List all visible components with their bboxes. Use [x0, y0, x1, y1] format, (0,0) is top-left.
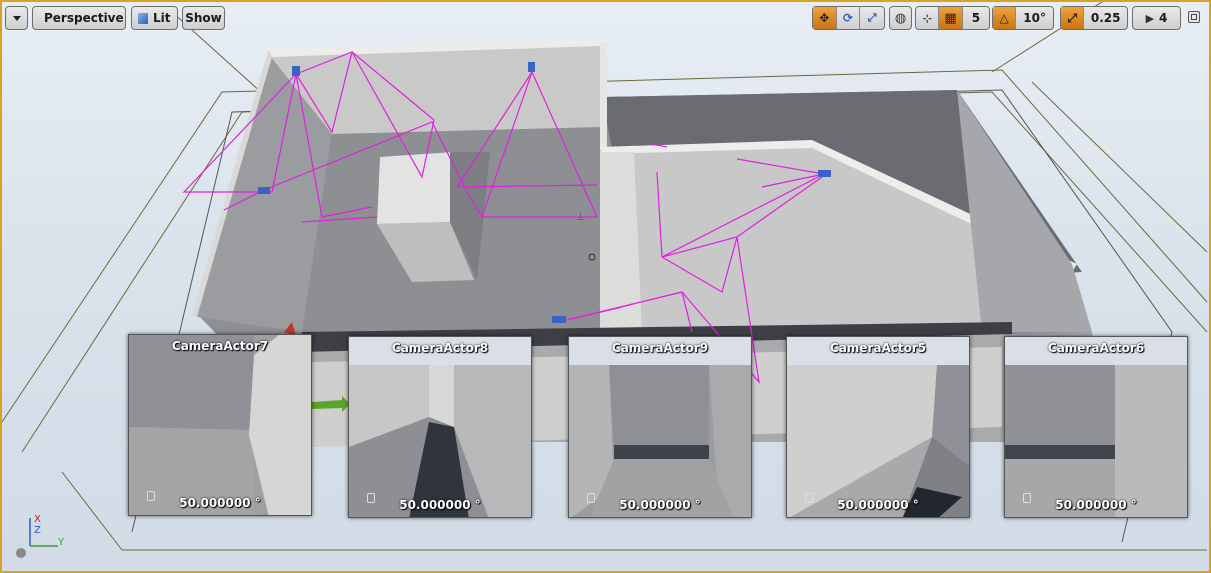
camera-preview[interactable]: CameraActor8 50.000000 °	[348, 336, 532, 518]
axis-x-label: X	[34, 514, 41, 525]
camera-preview-image	[1005, 337, 1187, 517]
camera-title: CameraActor7	[171, 339, 269, 353]
grid-snap-toggle[interactable]: ▦	[939, 7, 963, 29]
camera-speed-icon: ▶	[1145, 11, 1155, 25]
viewport-options-button[interactable]	[5, 6, 28, 30]
camera-speed-button[interactable]: ▶ 4	[1133, 7, 1180, 29]
axis-lines	[29, 518, 58, 547]
axis-gizmo: X Z Y	[24, 514, 74, 563]
scale-icon: ⤢	[867, 11, 877, 24]
angle-icon: △	[999, 11, 1009, 25]
move-arrows-icon: ✥	[819, 11, 830, 25]
rotation-snap-value-dropdown[interactable]: 10°	[1016, 7, 1053, 29]
surface-snap-icon: ⊹	[922, 11, 932, 25]
scale-snap-toggle[interactable]: ⤢	[1061, 7, 1085, 29]
scale-snap-value-dropdown[interactable]: 0.25	[1084, 7, 1127, 29]
view-mode-label: Perspective	[44, 11, 124, 25]
scale-snap-icon: ⤢	[1067, 10, 1077, 25]
lighting-mode-label: Lit	[153, 11, 171, 25]
camera-title: CameraActor5	[829, 341, 927, 355]
scale-snap-group: ⤢ 0.25	[1060, 6, 1128, 30]
camera-fov: 50.000000 °	[619, 498, 701, 512]
camera-preview-image	[787, 337, 969, 517]
grid-icon: ▦	[944, 10, 957, 26]
camera-preview[interactable]: CameraActor6 50.000000 °	[1004, 336, 1188, 518]
camera-preview[interactable]: CameraActor5 50.000000 °	[786, 336, 970, 518]
camera-preview-image	[349, 337, 531, 517]
globe-icon: ◍	[894, 10, 907, 26]
camera-fov: 50.000000 °	[399, 498, 481, 512]
camera-fov: 50.000000 °	[1055, 498, 1137, 512]
camera-title: CameraActor9	[611, 341, 709, 355]
camera-title: CameraActor6	[1047, 341, 1145, 355]
grid-snap-value-dropdown[interactable]: 5	[963, 7, 989, 29]
scale-snap-value: 0.25	[1090, 11, 1121, 25]
camera-preview[interactable]: CameraActor7 50.000000 °	[128, 334, 312, 516]
scale-tool-button[interactable]: ⤢	[860, 7, 884, 29]
show-label: Show	[185, 11, 222, 25]
transform-tools-group: ✥ ⟳ ⤢	[812, 6, 885, 30]
camera-preview[interactable]: CameraActor9 50.000000 °	[568, 336, 752, 518]
maximize-viewport-button[interactable]	[1188, 11, 1200, 23]
rotation-snap-toggle[interactable]: △	[993, 7, 1017, 29]
camera-fov: 50.000000 °	[837, 498, 919, 512]
coordinate-system-button[interactable]: ◍	[889, 6, 912, 30]
rotate-tool-button[interactable]: ⟳	[837, 7, 861, 29]
lit-cube-icon	[138, 12, 148, 24]
svg-text:⊥: ⊥	[576, 212, 585, 223]
axis-z-label: Z	[34, 525, 41, 536]
rotation-snap-value: 10°	[1023, 11, 1046, 25]
surface-snap-button[interactable]: ⊹	[916, 7, 940, 29]
center-block	[377, 152, 454, 224]
camera-preview-image	[129, 335, 311, 515]
grid-snap-value: 5	[971, 11, 981, 25]
grid-snap-group: ⊹ ▦ 5	[915, 6, 990, 30]
camera-fov: 50.000000 °	[179, 496, 261, 510]
show-flags-button[interactable]: Show	[182, 6, 225, 30]
camera-speed-group[interactable]: ▶ 4	[1132, 6, 1181, 30]
help-icon[interactable]	[16, 548, 26, 558]
perspective-view-icon	[36, 13, 42, 23]
camera-preview-image	[569, 337, 751, 517]
axis-y-label: Y	[58, 537, 65, 548]
level-viewport[interactable]: ⊥ Perspective Lit Show ✥ ⟳ ⤢ ◍ ⊹ ▦ 5 △ 1…	[0, 0, 1211, 573]
chevron-down-icon	[12, 15, 21, 21]
view-mode-button[interactable]: Perspective	[32, 6, 126, 30]
lighting-mode-button[interactable]: Lit	[131, 6, 178, 30]
rotation-snap-group: △ 10°	[992, 6, 1054, 30]
camera-title: CameraActor8	[391, 341, 489, 355]
maximize-icon	[1191, 14, 1197, 20]
camera-speed-value: 4	[1159, 11, 1168, 25]
translate-tool-button[interactable]: ✥	[813, 7, 837, 29]
rotate-icon: ⟳	[842, 11, 854, 25]
